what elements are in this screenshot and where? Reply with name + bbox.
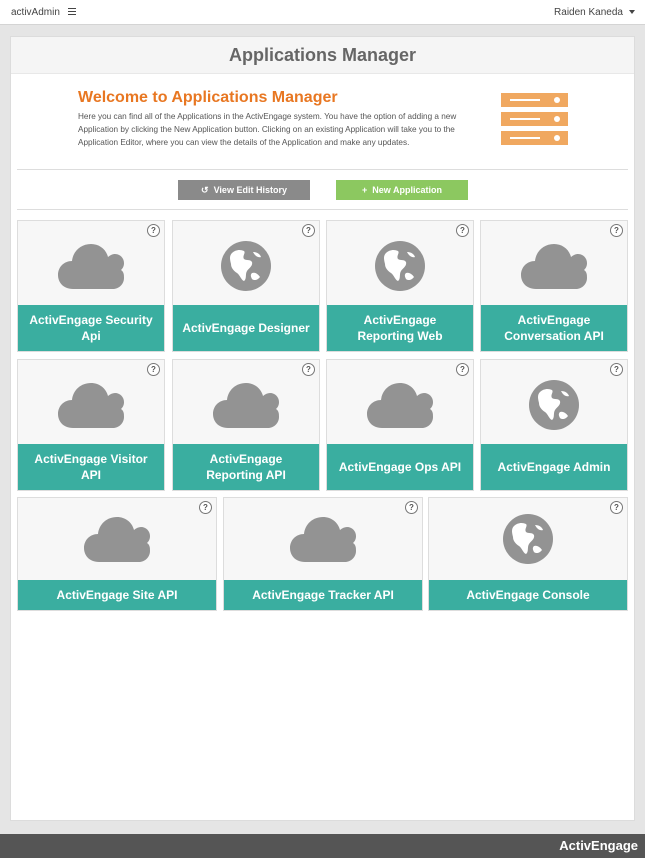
user-menu[interactable]: Raiden Kaneda [554, 7, 635, 18]
footer-brand: ActivEngage [0, 834, 645, 858]
cloud-icon [18, 239, 164, 293]
globe-icon [481, 378, 627, 432]
brand-link[interactable]: activAdmin [11, 7, 60, 18]
help-icon[interactable]: ? [302, 363, 315, 376]
help-icon[interactable]: ? [610, 363, 623, 376]
help-icon[interactable]: ? [302, 224, 315, 237]
divider [17, 209, 628, 210]
app-tile[interactable]: ? ActivEngage Console [428, 497, 628, 611]
top-bar: activAdmin Raiden Kaneda [0, 0, 645, 25]
app-tile-label: ActivEngage Reporting Web [327, 305, 473, 351]
cloud-icon [224, 512, 422, 566]
server-icon [501, 93, 568, 145]
view-history-label: View Edit History [213, 185, 287, 195]
globe-icon [173, 239, 319, 293]
app-tile[interactable]: ? ActivEngage Ops API [326, 359, 474, 491]
help-icon[interactable]: ? [610, 224, 623, 237]
app-tile[interactable]: ? ActivEngage Visitor API [17, 359, 165, 491]
cloud-icon [18, 512, 216, 566]
app-tile[interactable]: ? ActivEngage Security Api [17, 220, 165, 352]
app-tile-label: ActivEngage Site API [18, 580, 216, 610]
view-edit-history-button[interactable]: ↺ View Edit History [178, 180, 310, 200]
app-tile[interactable]: ? ActivEngage Site API [17, 497, 217, 611]
app-tile[interactable]: ? ActivEngage Tracker API [223, 497, 423, 611]
app-tile-label: ActivEngage Visitor API [18, 444, 164, 490]
app-tile[interactable]: ? ActivEngage Reporting Web [326, 220, 474, 352]
app-tile[interactable]: ? ActivEngage Admin [480, 359, 628, 491]
new-app-label: New Application [372, 185, 442, 195]
help-icon[interactable]: ? [147, 363, 160, 376]
help-icon[interactable]: ? [147, 224, 160, 237]
app-tile[interactable]: ? ActivEngage Reporting API [172, 359, 320, 491]
caret-down-icon [629, 10, 635, 15]
cloud-icon [18, 378, 164, 432]
app-tile-label: ActivEngage Conversation API [481, 305, 627, 351]
cloud-icon [481, 239, 627, 293]
globe-icon [327, 239, 473, 293]
applications-panel: Applications Manager Welcome to Applicat… [10, 36, 635, 821]
help-icon[interactable]: ? [456, 224, 469, 237]
welcome-title: Welcome to Applications Manager [78, 89, 338, 106]
divider [17, 169, 628, 170]
hamburger-icon[interactable] [68, 8, 76, 15]
app-tile-label: ActivEngage Tracker API [224, 580, 422, 610]
app-tile[interactable]: ? ActivEngage Conversation API [480, 220, 628, 352]
welcome-text: Here you can find all of the Application… [78, 112, 457, 147]
user-name: Raiden Kaneda [554, 7, 623, 18]
app-tile-label: ActivEngage Console [429, 580, 627, 610]
page-title: Applications Manager [11, 37, 634, 74]
globe-icon [429, 512, 627, 566]
help-icon[interactable]: ? [456, 363, 469, 376]
app-tile-label: ActivEngage Admin [481, 444, 627, 490]
app-tile-label: ActivEngage Security Api [18, 305, 164, 351]
app-tile[interactable]: ? ActivEngage Designer [172, 220, 320, 352]
app-tile-label: ActivEngage Ops API [327, 444, 473, 490]
welcome-section: Welcome to Applications Manager Here you… [78, 89, 458, 149]
app-tile-label: ActivEngage Designer [173, 305, 319, 351]
cloud-icon [327, 378, 473, 432]
plus-icon: + [362, 185, 368, 195]
history-icon: ↺ [201, 185, 209, 195]
app-tile-label: ActivEngage Reporting API [173, 444, 319, 490]
cloud-icon [173, 378, 319, 432]
new-application-button[interactable]: + New Application [336, 180, 468, 200]
